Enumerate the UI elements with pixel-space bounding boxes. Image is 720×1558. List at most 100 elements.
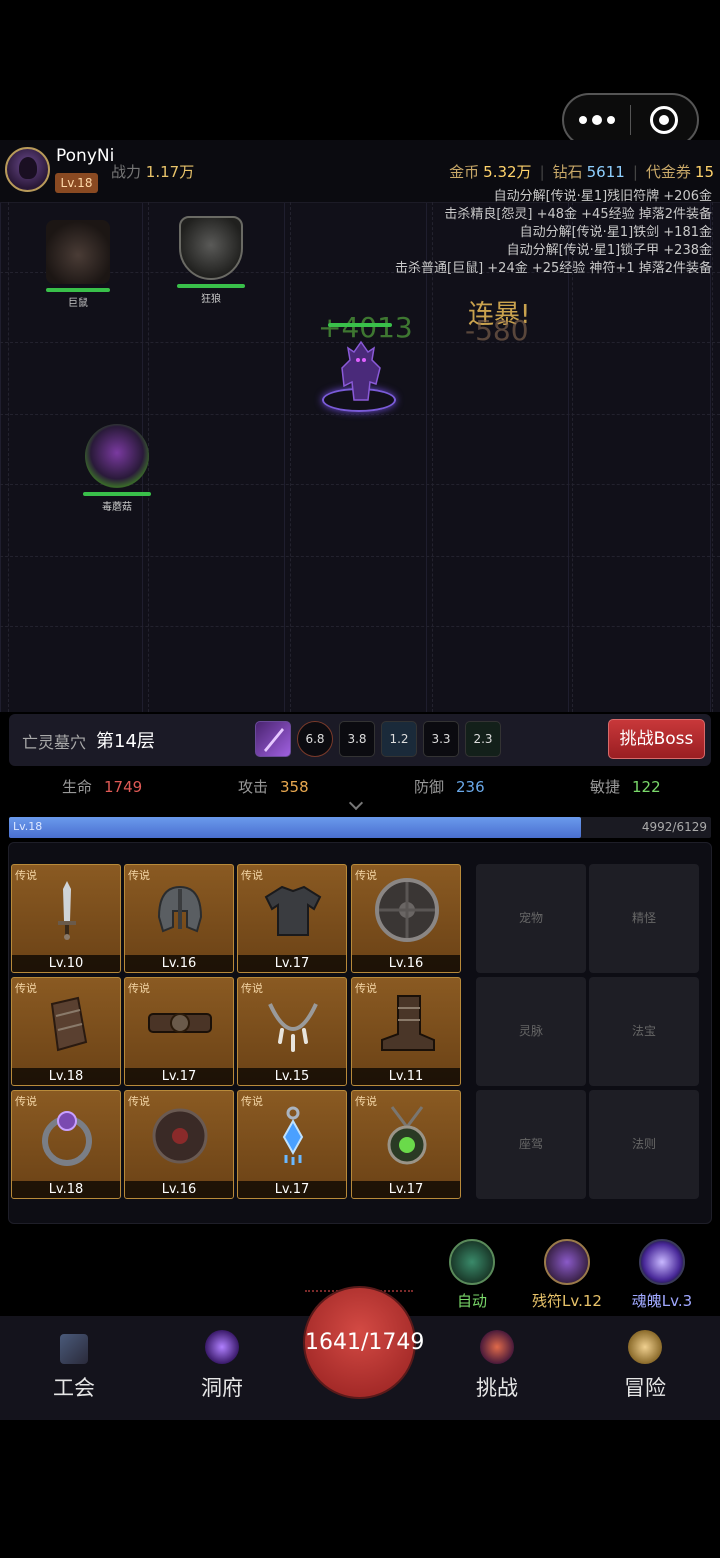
equip-slot-belt[interactable]: 传说 Lv.17 xyxy=(124,977,234,1086)
auto-label: 自动 xyxy=(456,1292,487,1310)
cave-icon xyxy=(205,1330,239,1364)
rune-button[interactable]: 残符Lv.12 xyxy=(519,1239,615,1311)
skill-slash-icon[interactable] xyxy=(255,721,291,757)
monster-hp-bar xyxy=(177,284,245,288)
dungeon-floor: 第14层 xyxy=(96,731,155,752)
hero-hp-bar xyxy=(328,323,392,327)
stat-defense: 防御 236 xyxy=(414,776,485,797)
equip-slot-earring[interactable]: 传说 Lv.17 xyxy=(237,1090,347,1199)
chevron-down-icon[interactable] xyxy=(348,795,364,811)
nav-adventure[interactable]: 冒险 xyxy=(595,1330,695,1402)
locked-slot-treasure[interactable]: 法宝 xyxy=(589,977,699,1086)
nav-label: 冒险 xyxy=(624,1376,666,1400)
hero-character-icon xyxy=(330,338,392,408)
equip-slot-armor[interactable]: 传说 Lv.17 xyxy=(237,864,347,973)
equip-level: Lv.10 xyxy=(12,955,120,972)
locked-slot-vein[interactable]: 灵脉 xyxy=(476,977,586,1086)
nav-challenge[interactable]: 挑战 xyxy=(447,1330,547,1402)
shield-icon xyxy=(375,878,439,942)
skill-cooldown-5[interactable]: 2.3 xyxy=(465,721,501,757)
player-name: PonyNi xyxy=(56,146,115,166)
challenge-boss-button[interactable]: 挑战Boss xyxy=(608,719,705,759)
equip-slot-ring[interactable]: 传说 Lv.18 xyxy=(11,1090,121,1199)
skill-cooldown-2[interactable]: 3.8 xyxy=(339,721,375,757)
exp-text: 4992/6129 xyxy=(641,820,707,834)
equip-slot-talisman[interactable]: 传说 Lv.16 xyxy=(124,1090,234,1199)
equip-level: Lv.17 xyxy=(238,1181,346,1198)
challenge-icon xyxy=(480,1330,514,1364)
shirt-icon xyxy=(264,885,322,936)
diamond-value: 5611 xyxy=(586,163,625,181)
helmet-icon xyxy=(157,885,203,933)
nav-label: 挑战 xyxy=(476,1376,518,1400)
equip-slot-necklace[interactable]: 传说 Lv.15 xyxy=(237,977,347,1086)
currency-divider: | xyxy=(539,162,545,181)
diamond-currency[interactable]: 钻石 5611 xyxy=(553,161,625,182)
rune-icon xyxy=(544,1239,590,1285)
nav-guild[interactable]: 工会 xyxy=(24,1330,124,1402)
currency-divider: | xyxy=(632,162,638,181)
bracer-icon xyxy=(50,996,88,1052)
stat-value: 122 xyxy=(632,778,661,796)
more-icon[interactable] xyxy=(564,95,630,145)
voucher-currency[interactable]: 代金券 15 xyxy=(646,161,714,182)
skill-cooldown-4[interactable]: 3.3 xyxy=(423,721,459,757)
damage-float-text: -580 xyxy=(465,314,529,347)
mushroom-icon xyxy=(85,424,149,488)
rat-icon xyxy=(46,220,110,284)
equip-level: Lv.15 xyxy=(238,1068,346,1085)
equip-slot-bracer[interactable]: 传说 Lv.18 xyxy=(11,977,121,1086)
log-line: 自动分解[传说·星1]锁子甲 +238金 xyxy=(506,243,712,258)
close-target-icon[interactable] xyxy=(631,95,697,145)
gold-label: 金币 xyxy=(449,163,480,181)
monster-name: 狂狼 xyxy=(201,294,221,305)
stat-value: 236 xyxy=(456,778,485,796)
monster-wild-wolf[interactable]: 狂狼 xyxy=(171,216,251,305)
battle-log: 自动分解[传说·星1]残旧符牌 +206金 击杀精良[怨灵] +48金 +45经… xyxy=(395,188,712,278)
gold-currency[interactable]: 金币 5.32万 xyxy=(449,161,531,182)
talisman-icon xyxy=(152,1108,208,1164)
soul-button[interactable]: 魂魄Lv.3 xyxy=(614,1239,710,1311)
nav-cave[interactable]: 洞府 xyxy=(172,1330,272,1402)
equip-slot-boots[interactable]: 传说 Lv.11 xyxy=(351,977,461,1086)
equip-slot-weapon[interactable]: 传说 Lv.10 xyxy=(11,864,121,973)
sword-icon xyxy=(58,881,76,940)
locked-slot-law[interactable]: 法则 xyxy=(589,1090,699,1199)
monster-giant-rat[interactable]: 巨鼠 xyxy=(38,220,118,309)
locked-slot-mount[interactable]: 座驾 xyxy=(476,1090,586,1199)
boots-icon xyxy=(381,995,435,1051)
belt-icon xyxy=(148,1013,212,1033)
log-line: 自动分解[传说·星1]铁剑 +181金 xyxy=(519,225,712,240)
equip-level: Lv.16 xyxy=(125,1181,233,1198)
stat-agility: 敏捷 122 xyxy=(590,776,661,797)
stat-hp: 生命 1749 xyxy=(62,776,142,797)
soul-icon xyxy=(639,1239,685,1285)
ring-icon xyxy=(42,1111,92,1166)
monster-poison-mushroom[interactable]: 毒蘑菇 xyxy=(77,424,157,513)
gold-value: 5.32万 xyxy=(483,163,532,181)
equip-slot-helmet[interactable]: 传说 Lv.16 xyxy=(124,864,234,973)
equip-slot-amulet[interactable]: 传说 Lv.17 xyxy=(351,1090,461,1199)
locked-slot-spirit[interactable]: 精怪 xyxy=(589,864,699,973)
exp-level: Lv.18 xyxy=(13,820,43,833)
stat-label: 生命 xyxy=(62,778,93,796)
earring-icon xyxy=(282,1106,304,1165)
combat-power: 战力 1.17万 xyxy=(111,161,194,182)
skill-cooldown-1[interactable]: 6.8 xyxy=(297,721,333,757)
monster-hp-bar xyxy=(83,492,151,496)
equip-slot-shield[interactable]: 传说 Lv.16 xyxy=(351,864,461,973)
power-value: 1.17万 xyxy=(145,163,195,181)
locked-slot-pet[interactable]: 宠物 xyxy=(476,864,586,973)
auto-icon xyxy=(449,1239,495,1285)
skill-cooldown-3[interactable]: 1.2 xyxy=(381,721,417,757)
hp-orb[interactable]: 1641/1749 xyxy=(303,1286,424,1399)
nav-label: 洞府 xyxy=(201,1376,243,1400)
avatar[interactable] xyxy=(5,147,50,192)
soul-label: 魂魄Lv.3 xyxy=(631,1292,693,1310)
currency-bar: 金币 5.32万 | 钻石 5611 | 代金券 15 xyxy=(449,161,714,182)
log-line: 击杀精良[怨灵] +48金 +45经验 掉落2件装备 xyxy=(444,207,712,222)
amulet-icon xyxy=(387,1106,427,1165)
guild-icon xyxy=(60,1334,88,1364)
exp-bar-fill xyxy=(9,817,581,838)
auto-button[interactable]: 自动 xyxy=(424,1239,520,1311)
